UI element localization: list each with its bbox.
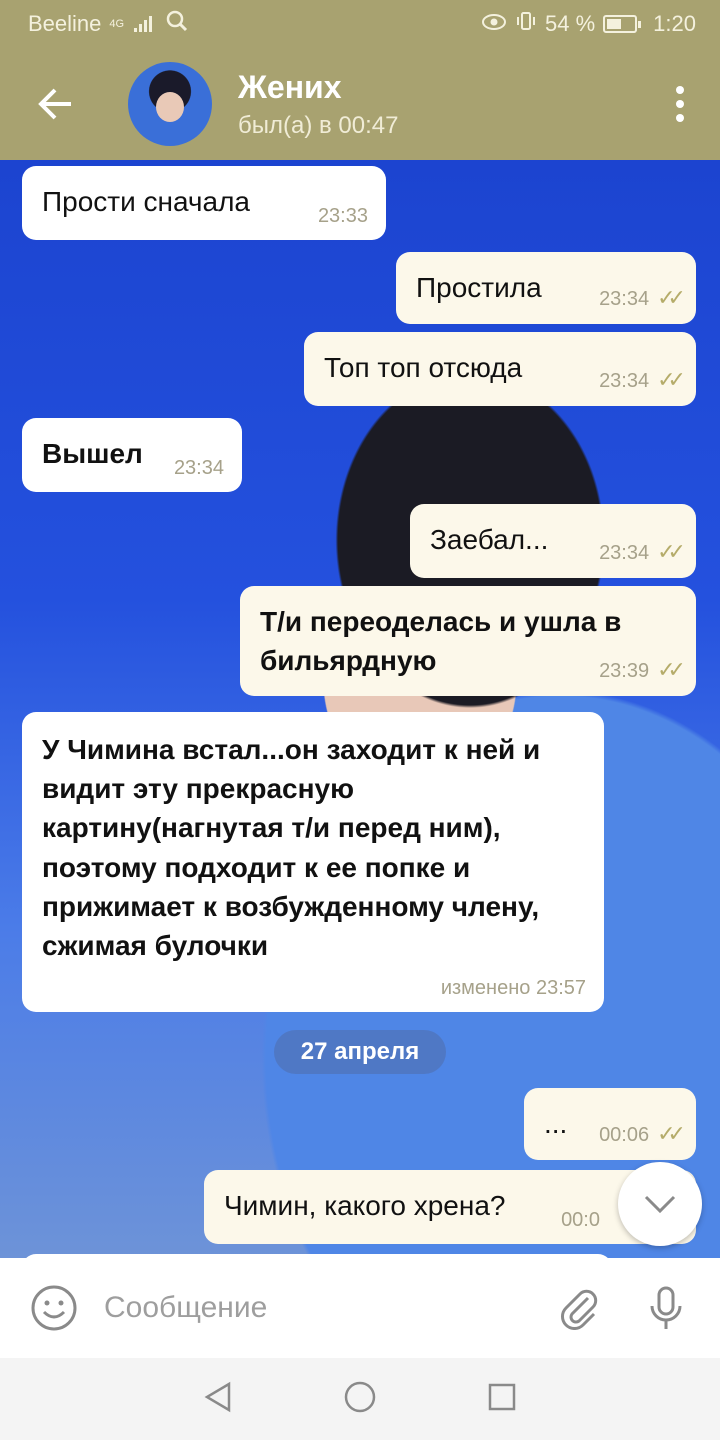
carrier-label: Beeline (28, 11, 102, 36)
message-text: Простила (416, 272, 542, 303)
arrow-left-icon (38, 88, 71, 120)
message-time: 23:34 (599, 287, 650, 310)
message-meta: 23:33 (318, 202, 368, 230)
battery-percent: 54 % (545, 11, 596, 36)
signal-icon (134, 16, 153, 32)
triangle-back-icon (204, 1381, 231, 1412)
message-time: 23:33 (317, 205, 368, 227)
message-time: 23:39 (599, 659, 650, 682)
double-check-icon: ✓✓ (657, 539, 686, 565)
double-check-icon: ✓✓ (657, 285, 686, 311)
message-input[interactable] (104, 1291, 550, 1325)
message-bubble[interactable]: Прости сначала 23:33 (22, 166, 386, 240)
vibrate-icon (515, 10, 537, 38)
more-vertical-icon[interactable] (640, 48, 720, 160)
message-bubble[interactable]: Заебал... 23:34 ✓✓ (410, 504, 696, 578)
scroll-down-button[interactable] (618, 1162, 702, 1246)
paperclip-icon (561, 1289, 598, 1330)
chat-area[interactable]: Прости сначала 23:33 Простила 23:34 ✓✓ То… (0, 160, 720, 1258)
last-seen-status: был(а) в 00:47 (238, 111, 399, 139)
message-text: Прости сначала (42, 186, 251, 217)
clock: 1:20 (653, 11, 696, 36)
nav-home-button[interactable] (343, 1380, 377, 1419)
search-icon (166, 10, 188, 38)
message-time: 00:06 (599, 1123, 650, 1146)
message-meta: 23:34 (174, 454, 224, 482)
message-time: 23:34 (173, 457, 224, 479)
circle-home-icon (344, 1381, 376, 1412)
back-button[interactable] (0, 48, 110, 160)
system-nav-bar (0, 1358, 720, 1440)
composer (0, 1258, 720, 1358)
nav-recents-button[interactable] (487, 1382, 517, 1417)
message-bubble[interactable]: ... 00:06 ✓✓ (524, 1088, 696, 1160)
message-meta: изменено 23:57 (441, 974, 586, 1002)
message-time: 00:0 (561, 1209, 600, 1231)
message-time: 23:34 (599, 369, 650, 392)
message-text: Топ топ отсюда (324, 352, 523, 383)
message-text: Чимин, какого хрена? (224, 1190, 506, 1221)
emoji-button[interactable] (24, 1278, 84, 1338)
chat-title: Жених (238, 68, 342, 105)
message-meta: 23:39 ✓✓ (599, 655, 686, 686)
attach-button[interactable] (550, 1278, 610, 1338)
message-bubble[interactable]: Простила 23:34 ✓✓ (396, 252, 696, 324)
status-left: Beeline 4G (28, 10, 188, 38)
network-type: 4G (109, 18, 125, 30)
message-time: изменено 23:57 (440, 977, 586, 999)
message-meta: 00:0 (561, 1206, 600, 1234)
nav-back-button[interactable] (203, 1381, 233, 1418)
chevron-down-icon (644, 1195, 676, 1214)
chat-header: Жених был(а) в 00:47 (0, 48, 720, 160)
message-meta: 23:34 ✓✓ (599, 365, 686, 396)
avatar[interactable] (128, 62, 212, 146)
message-text: ... (544, 1108, 568, 1139)
battery-icon (603, 15, 642, 33)
message-text: Вышел (42, 438, 143, 469)
double-check-icon: ✓✓ (657, 657, 686, 683)
title-block[interactable]: Жених был(а) в 00:47 (238, 69, 640, 140)
message-bubble[interactable]: Т/и переоделась и ушла в бильярдную 23:3… (240, 586, 696, 696)
square-recents-icon (488, 1383, 516, 1410)
message-text: Т/и переоделась и ушла в бильярдную (260, 606, 622, 677)
message-bubble[interactable]: У Чимина встал...он заходит к ней и види… (22, 712, 604, 1012)
status-right: 54 % 1:20 (481, 10, 696, 38)
voice-button[interactable] (636, 1278, 696, 1338)
message-bubble[interactable]: Вышел 23:34 (22, 418, 242, 492)
message-meta: 23:34 ✓✓ (599, 283, 686, 314)
date-separator: 27 апреля (274, 1030, 446, 1074)
double-check-icon: ✓✓ (657, 1121, 686, 1147)
smile-icon (31, 1285, 77, 1331)
eye-icon (481, 11, 507, 37)
double-check-icon: ✓✓ (657, 367, 686, 393)
message-meta: 00:06 ✓✓ (599, 1119, 686, 1150)
message-text: У Чимина встал...он заходит к ней и види… (42, 734, 541, 961)
status-bar: Beeline 4G 54 % 1:20 (0, 0, 720, 48)
message-meta: 23:34 ✓✓ (599, 537, 686, 568)
message-text: Заебал... (430, 524, 549, 555)
microphone-icon (650, 1286, 682, 1329)
message-bubble[interactable]: Топ топ отсюда 23:34 ✓✓ (304, 332, 696, 406)
message-time: 23:34 (599, 541, 650, 564)
